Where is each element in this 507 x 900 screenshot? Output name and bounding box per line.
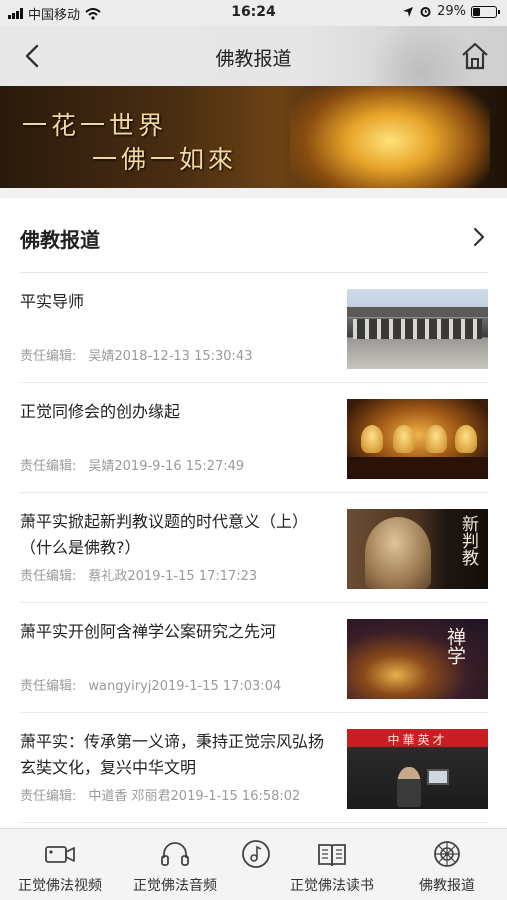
- editor-date: 吴婧2019-9-16 15:27:49: [88, 459, 245, 474]
- editor-label: 责任编辑:: [20, 349, 77, 364]
- person-figure: [397, 767, 421, 807]
- editor-label: 责任编辑:: [20, 569, 77, 584]
- news-thumbnail: 禅学: [347, 619, 488, 699]
- buddha-statue: [393, 425, 415, 453]
- editor-label: 责任编辑:: [20, 459, 77, 474]
- status-right: 29%: [402, 4, 500, 19]
- tab-buddhist-news[interactable]: 佛教报道: [387, 829, 507, 900]
- altar: [347, 457, 488, 479]
- section-title: 佛教报道: [20, 228, 100, 252]
- news-item[interactable]: 萧平实开创阿含禅学公案研究之先河 责任编辑: wangyiryj2019-1-15…: [20, 603, 488, 713]
- banner-line-1: 一花一世界: [22, 111, 168, 140]
- tab-label: 正觉佛法读书: [290, 878, 374, 894]
- news-thumbnail: [347, 399, 488, 479]
- tab-label: 正觉佛法视频: [18, 878, 102, 894]
- news-meta: 责任编辑: wangyiryj2019-1-15 17:03:04: [20, 675, 281, 694]
- thumbnail-caption: 新判教: [458, 515, 478, 566]
- section-separator: [0, 188, 507, 198]
- music-disc-icon: [242, 840, 270, 868]
- dharma-wheel-icon: [434, 841, 460, 867]
- tab-label: 佛教报道: [419, 878, 475, 894]
- news-item[interactable]: 萧平实：传承第一义谛，秉持正觉宗风弘扬玄奘文化，复兴中华文明 责任编辑: 中道香 …: [20, 713, 488, 823]
- building-columns: [353, 319, 482, 339]
- building-roof: [347, 307, 488, 317]
- news-meta: 责任编辑: 中道香 邓丽君2019-1-15 16:58:02: [20, 785, 300, 804]
- battery-percent: 29%: [437, 4, 466, 19]
- battery-fill: [473, 7, 480, 16]
- tab-video[interactable]: 正觉佛法视频: [0, 829, 120, 900]
- news-meta: 责任编辑: 吴婧2019-9-16 15:27:49: [20, 455, 244, 474]
- news-thumbnail: 新判教: [347, 509, 488, 589]
- lotus-glow: [290, 86, 490, 188]
- news-item[interactable]: 平实导师 责任编辑: 吴婧2018-12-13 15:30:43: [20, 273, 488, 383]
- thumbnail-caption: 禅学: [444, 627, 466, 665]
- news-item[interactable]: 正觉同修会的创办缘起 责任编辑: 吴婧2019-9-16 15:27:49: [20, 383, 488, 493]
- news-meta: 责任编辑: 吴婧2018-12-13 15:30:43: [20, 345, 252, 364]
- home-icon[interactable]: [459, 40, 491, 72]
- monitor-figure: [427, 769, 449, 785]
- editor-label: 责任编辑:: [20, 679, 77, 694]
- news-item[interactable]: 萧平实掀起新判教议题的时代意义（上）（什么是佛教?） 责任编辑: 蔡礼政2019-…: [20, 493, 488, 603]
- banner-image[interactable]: 一花一世界 一佛一如來: [0, 86, 507, 188]
- news-thumbnail: 中華英才: [347, 729, 488, 809]
- battery-icon: [471, 5, 500, 18]
- editor-date: 蔡礼政2019-1-15 17:17:23: [88, 569, 258, 584]
- status-bar: 中国移动 16:24 29%: [0, 0, 507, 26]
- news-title: 萧平实掀起新判教议题的时代意义（上）（什么是佛教?）: [20, 512, 309, 557]
- editor-date: 中道香 邓丽君2019-1-15 16:58:02: [88, 789, 301, 804]
- news-title: 平实导师: [20, 292, 85, 311]
- news-meta: 责任编辑: 蔡礼政2019-1-15 17:17:23: [20, 565, 257, 584]
- headphones-icon: [161, 842, 189, 866]
- tab-bar: 正觉佛法视频 正觉佛法音频 正觉佛法读书 佛教报道: [0, 828, 507, 900]
- video-camera-icon: [45, 846, 75, 863]
- tab-reading[interactable]: 正觉佛法读书: [272, 829, 392, 900]
- chevron-right-icon: [473, 227, 485, 247]
- news-title: 萧平实开创阿含禅学公案研究之先河: [20, 622, 277, 641]
- news-thumbnail: [347, 289, 488, 369]
- buddha-statue: [425, 425, 447, 453]
- book-icon: [318, 844, 346, 867]
- banner-line-2: 一佛一如來: [92, 145, 238, 174]
- editor-label: 责任编辑:: [20, 789, 77, 804]
- editor-date: wangyiryj2019-1-15 17:03:04: [88, 679, 282, 694]
- editor-date: 吴婧2018-12-13 15:30:43: [88, 349, 253, 364]
- buddha-statue: [361, 425, 383, 453]
- news-list: 平实导师 责任编辑: 吴婧2018-12-13 15:30:43 正觉同修会的创办…: [20, 273, 488, 823]
- buddha-statue: [455, 425, 477, 453]
- alarm-icon: [420, 7, 431, 17]
- nav-bar: 佛教报道: [0, 26, 507, 86]
- location-arrow-icon: [403, 6, 414, 17]
- news-title: 正觉同修会的创办缘起: [20, 402, 181, 421]
- news-title: 萧平实：传承第一义谛，秉持正觉宗风弘扬玄奘文化，复兴中华文明: [20, 732, 325, 777]
- section-header[interactable]: 佛教报道: [20, 212, 490, 264]
- page-title: 佛教报道: [215, 48, 292, 70]
- buddha-statue: [365, 517, 431, 589]
- thumbnail-caption: 中華英才: [387, 733, 448, 747]
